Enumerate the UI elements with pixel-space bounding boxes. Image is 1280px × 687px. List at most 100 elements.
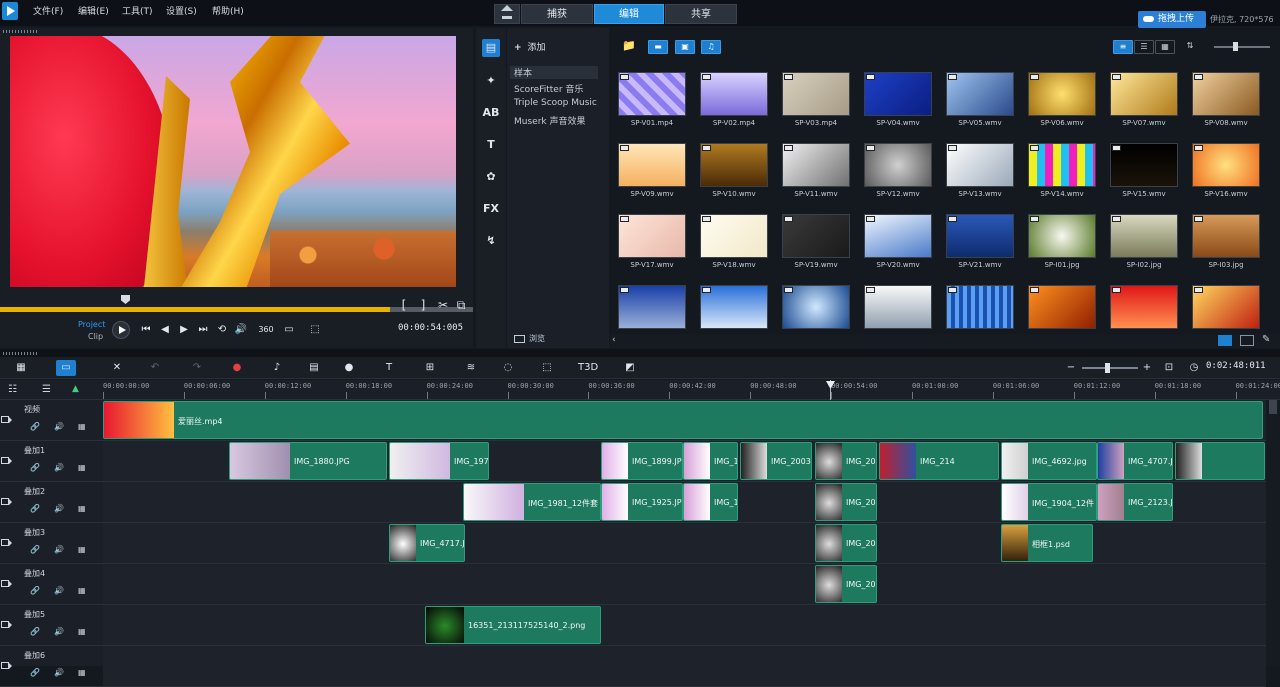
video-camera-icon[interactable] bbox=[1, 580, 12, 587]
zoom-in-icon[interactable]: + bbox=[1138, 360, 1156, 376]
track-mute-icon[interactable]: 🔊 bbox=[54, 668, 64, 677]
library-thumb[interactable] bbox=[700, 143, 768, 187]
skip-start-icon[interactable]: ⏮ bbox=[139, 323, 153, 337]
sort-icon[interactable]: ⇅ bbox=[1180, 40, 1200, 54]
library-thumb[interactable] bbox=[782, 72, 850, 116]
library-thumb[interactable] bbox=[700, 72, 768, 116]
repeat-icon[interactable]: ⟲ bbox=[215, 323, 229, 337]
menu-settings[interactable]: 设置(S) bbox=[166, 4, 197, 17]
track-mute-icon[interactable]: 🔊 bbox=[54, 586, 64, 595]
track-mute-icon[interactable]: 🔊 bbox=[54, 463, 64, 472]
crop-icon[interactable]: ⬚ bbox=[308, 323, 322, 337]
undo-icon[interactable]: ↶ bbox=[146, 360, 164, 376]
multi-camera-icon[interactable]: ⊞ bbox=[421, 360, 439, 376]
track-header[interactable]: 叠加6 🔗 🔊 ▦ bbox=[0, 646, 103, 687]
show-video-icon[interactable]: ▬ bbox=[648, 40, 668, 54]
track-lane[interactable] bbox=[103, 564, 1266, 605]
track-grid-icon[interactable]: ▦ bbox=[78, 627, 86, 636]
toolbox-icon[interactable]: ✕ bbox=[108, 360, 126, 376]
library-thumb[interactable] bbox=[618, 143, 686, 187]
timeline-clip[interactable]: IMG_214 bbox=[879, 442, 999, 480]
library-thumb[interactable] bbox=[782, 285, 850, 329]
view-list-large-icon[interactable]: ≡ bbox=[1113, 40, 1133, 54]
library-thumb[interactable] bbox=[782, 214, 850, 258]
view-list-icon[interactable]: ☰ bbox=[1134, 40, 1154, 54]
subtitle-editor-icon[interactable]: T bbox=[380, 360, 398, 376]
library-thumb[interactable] bbox=[700, 214, 768, 258]
library-thumb[interactable] bbox=[864, 72, 932, 116]
timeline-clip[interactable]: IMG_4717.J bbox=[389, 524, 465, 562]
timeline-clip[interactable]: 爱丽丝.mp4 bbox=[103, 401, 1263, 439]
360-icon[interactable]: 360 bbox=[256, 323, 276, 337]
scrub-bar-played[interactable] bbox=[0, 307, 390, 312]
clock-icon[interactable]: ◷ bbox=[1185, 360, 1203, 376]
track-header[interactable]: 叠加4 🔗 🔊 ▦ bbox=[0, 564, 103, 605]
graphic-icon[interactable]: ✿ bbox=[482, 168, 500, 186]
tab-share[interactable]: 共享 bbox=[665, 4, 737, 24]
library-thumb[interactable] bbox=[1028, 143, 1096, 187]
record-capture-icon[interactable]: ● bbox=[228, 360, 246, 376]
tab-edit[interactable]: 编辑 bbox=[594, 4, 664, 24]
library-thumb[interactable] bbox=[864, 214, 932, 258]
pan-zoom-icon[interactable]: ⬚ bbox=[538, 360, 556, 376]
next-frame-icon[interactable]: ▶ bbox=[177, 323, 191, 337]
zoom-out-icon[interactable]: − bbox=[1062, 360, 1080, 376]
library-thumb[interactable] bbox=[1028, 72, 1096, 116]
timeline-clip[interactable]: IMG_203 bbox=[815, 524, 877, 562]
project-mode-label[interactable]: Project bbox=[78, 320, 105, 329]
track-header[interactable]: 叠加3 🔗 🔊 ▦ bbox=[0, 523, 103, 564]
timeline-clip[interactable]: IMG_1899.JP bbox=[601, 442, 683, 480]
add-folder-button[interactable]: + 添加 bbox=[514, 40, 546, 53]
link-icon[interactable]: 🔗 bbox=[30, 504, 40, 513]
tab-capture[interactable]: 捕获 bbox=[521, 4, 593, 24]
link-icon[interactable]: 🔗 bbox=[30, 627, 40, 636]
library-thumb[interactable] bbox=[946, 285, 1014, 329]
library-thumb[interactable] bbox=[1192, 143, 1260, 187]
mark-out-button[interactable]: ] bbox=[417, 298, 429, 312]
marker-icon[interactable]: ▲ bbox=[72, 384, 79, 394]
fx-icon[interactable]: FX bbox=[482, 200, 500, 218]
library-thumb[interactable] bbox=[700, 285, 768, 329]
split-screen-icon[interactable]: ◩ bbox=[621, 360, 639, 376]
track-header[interactable]: 叠加2 🔗 🔊 ▦ bbox=[0, 482, 103, 523]
track-header[interactable]: 视频 🔗 🔊 ▦ bbox=[0, 400, 103, 441]
folder-triple-scoop[interactable]: Triple Scoop Music bbox=[514, 98, 597, 108]
track-manager-icon[interactable]: ☷ bbox=[8, 384, 17, 395]
timeline-view-icon[interactable]: ▭ bbox=[56, 360, 76, 376]
track-header[interactable]: 叠加5 🔗 🔊 ▦ bbox=[0, 605, 103, 646]
instant-project-icon[interactable]: ✦ bbox=[482, 72, 500, 90]
library-thumb[interactable] bbox=[1110, 285, 1178, 329]
library-thumb[interactable] bbox=[1192, 214, 1260, 258]
panel-grip-icon[interactable] bbox=[3, 30, 39, 33]
browse-button[interactable]: 浏览 bbox=[514, 333, 545, 344]
show-audio-icon[interactable]: ♫ bbox=[701, 40, 721, 54]
menu-file[interactable]: 文件(F) bbox=[33, 4, 63, 17]
timeline-clip[interactable]: IMG_2123.JI bbox=[1097, 483, 1173, 521]
divider-grip-icon[interactable] bbox=[3, 352, 39, 355]
tab-home[interactable] bbox=[494, 4, 520, 24]
library-thumb[interactable] bbox=[618, 214, 686, 258]
timeline-clip[interactable]: IMG_2003. bbox=[740, 442, 812, 480]
link-icon[interactable]: 🔗 bbox=[30, 545, 40, 554]
track-mute-icon[interactable]: 🔊 bbox=[54, 422, 64, 431]
link-icon[interactable]: 🔗 bbox=[30, 586, 40, 595]
track-mute-icon[interactable]: 🔊 bbox=[54, 545, 64, 554]
timeline-clip[interactable]: 16351_213117525140_2.png bbox=[425, 606, 601, 644]
thumb-size-slider[interactable] bbox=[1214, 46, 1270, 48]
library-thumb[interactable] bbox=[1110, 143, 1178, 187]
view-grid-icon[interactable]: ▦ bbox=[1155, 40, 1175, 54]
chapter-icon[interactable]: ☰ bbox=[42, 384, 51, 395]
timeline-clip[interactable]: IMG_1880.JPG bbox=[229, 442, 387, 480]
timeline-clip[interactable]: IMG_203 bbox=[815, 483, 877, 521]
mark-in-button[interactable]: [ bbox=[398, 298, 410, 312]
library-thumb[interactable] bbox=[946, 214, 1014, 258]
menu-help[interactable]: 帮助(H) bbox=[212, 4, 244, 17]
video-camera-icon[interactable] bbox=[1, 416, 12, 423]
timeline-clip[interactable]: IMG_1979.JPG bbox=[389, 442, 489, 480]
folder-muserk[interactable]: Muserk 声音效果 bbox=[514, 114, 585, 127]
path-icon[interactable]: ↯ bbox=[482, 232, 500, 250]
track-grid-icon[interactable]: ▦ bbox=[78, 463, 86, 472]
library-thumb[interactable] bbox=[1192, 72, 1260, 116]
enlarge-icon[interactable]: ⧉ bbox=[455, 298, 467, 312]
show-photo-icon[interactable]: ▣ bbox=[675, 40, 695, 54]
